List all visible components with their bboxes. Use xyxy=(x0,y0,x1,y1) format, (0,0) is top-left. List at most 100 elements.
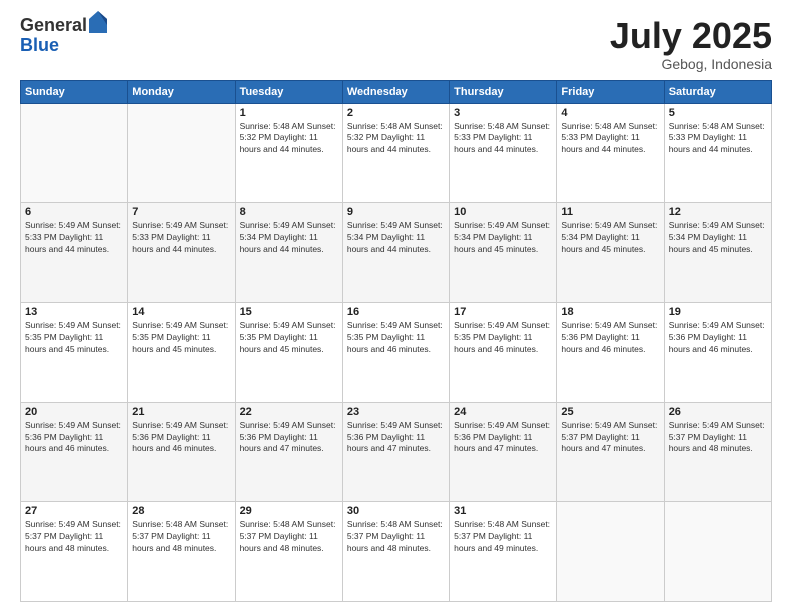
day-info: Sunrise: 5:49 AM Sunset: 5:33 PM Dayligh… xyxy=(132,220,230,256)
day-number: 8 xyxy=(240,206,338,218)
calendar-table: SundayMondayTuesdayWednesdayThursdayFrid… xyxy=(20,80,772,602)
day-number: 17 xyxy=(454,306,552,318)
day-info: Sunrise: 5:49 AM Sunset: 5:37 PM Dayligh… xyxy=(561,420,659,456)
day-info: Sunrise: 5:49 AM Sunset: 5:37 PM Dayligh… xyxy=(669,420,767,456)
day-info: Sunrise: 5:48 AM Sunset: 5:37 PM Dayligh… xyxy=(347,519,445,555)
day-number: 6 xyxy=(25,206,123,218)
calendar-day-cell: 27 Sunrise: 5:49 AM Sunset: 5:37 PM Dayli… xyxy=(21,502,128,602)
calendar-day-cell: 11 Sunrise: 5:49 AM Sunset: 5:34 PM Dayli… xyxy=(557,203,664,303)
day-info: Sunrise: 5:48 AM Sunset: 5:32 PM Dayligh… xyxy=(347,121,445,157)
day-number: 19 xyxy=(669,306,767,318)
weekday-header-cell: Monday xyxy=(128,80,235,103)
logo: General Blue xyxy=(20,16,107,56)
calendar-day-cell xyxy=(557,502,664,602)
day-number: 20 xyxy=(25,406,123,418)
page: General Blue July 2025 Gebog, Indonesia … xyxy=(0,0,792,612)
day-number: 28 xyxy=(132,505,230,517)
day-number: 29 xyxy=(240,505,338,517)
calendar-day-cell: 22Sunrise: 5:49 AM Sunset: 5:36 PM Dayli… xyxy=(235,402,342,502)
weekday-header-cell: Friday xyxy=(557,80,664,103)
calendar-day-cell: 16 Sunrise: 5:49 AM Sunset: 5:35 PM Dayli… xyxy=(342,302,449,402)
day-number: 2 xyxy=(347,107,445,119)
day-info: Sunrise: 5:48 AM Sunset: 5:37 PM Dayligh… xyxy=(240,519,338,555)
weekday-header-cell: Thursday xyxy=(450,80,557,103)
calendar-day-cell: 28 Sunrise: 5:48 AM Sunset: 5:37 PM Dayli… xyxy=(128,502,235,602)
logo-general-text: General xyxy=(20,16,87,36)
day-number: 13 xyxy=(25,306,123,318)
day-info: Sunrise: 5:49 AM Sunset: 5:35 PM Dayligh… xyxy=(240,320,338,356)
day-info: Sunrise: 5:49 AM Sunset: 5:34 PM Dayligh… xyxy=(561,220,659,256)
calendar-day-cell: 23 Sunrise: 5:49 AM Sunset: 5:36 PM Dayli… xyxy=(342,402,449,502)
calendar-day-cell: 1 Sunrise: 5:48 AM Sunset: 5:32 PM Daylig… xyxy=(235,103,342,203)
day-info: Sunrise: 5:49 AM Sunset: 5:33 PM Dayligh… xyxy=(25,220,123,256)
day-number: 24 xyxy=(454,406,552,418)
calendar-day-cell: 21Sunrise: 5:49 AM Sunset: 5:36 PM Dayli… xyxy=(128,402,235,502)
day-number: 27 xyxy=(25,505,123,517)
weekday-header-cell: Saturday xyxy=(664,80,771,103)
calendar-day-cell: 25 Sunrise: 5:49 AM Sunset: 5:37 PM Dayli… xyxy=(557,402,664,502)
calendar-day-cell: 13 Sunrise: 5:49 AM Sunset: 5:35 PM Dayli… xyxy=(21,302,128,402)
day-info: Sunrise: 5:49 AM Sunset: 5:34 PM Dayligh… xyxy=(669,220,767,256)
calendar-day-cell: 24 Sunrise: 5:49 AM Sunset: 5:36 PM Dayli… xyxy=(450,402,557,502)
calendar-day-cell: 30 Sunrise: 5:48 AM Sunset: 5:37 PM Dayli… xyxy=(342,502,449,602)
weekday-header-cell: Wednesday xyxy=(342,80,449,103)
day-info: Sunrise: 5:48 AM Sunset: 5:37 PM Dayligh… xyxy=(454,519,552,555)
day-info: Sunrise: 5:48 AM Sunset: 5:33 PM Dayligh… xyxy=(454,121,552,157)
day-info: Sunrise: 5:49 AM Sunset: 5:34 PM Dayligh… xyxy=(240,220,338,256)
calendar-day-cell: 3 Sunrise: 5:48 AM Sunset: 5:33 PM Daylig… xyxy=(450,103,557,203)
calendar-day-cell: 12 Sunrise: 5:49 AM Sunset: 5:34 PM Dayli… xyxy=(664,203,771,303)
day-number: 9 xyxy=(347,206,445,218)
calendar-day-cell: 15Sunrise: 5:49 AM Sunset: 5:35 PM Dayli… xyxy=(235,302,342,402)
day-info: Sunrise: 5:49 AM Sunset: 5:36 PM Dayligh… xyxy=(561,320,659,356)
day-info: Sunrise: 5:49 AM Sunset: 5:36 PM Dayligh… xyxy=(347,420,445,456)
title-block: July 2025 Gebog, Indonesia xyxy=(610,16,772,72)
calendar-day-cell xyxy=(21,103,128,203)
day-info: Sunrise: 5:49 AM Sunset: 5:37 PM Dayligh… xyxy=(25,519,123,555)
day-info: Sunrise: 5:49 AM Sunset: 5:35 PM Dayligh… xyxy=(454,320,552,356)
calendar-day-cell: 4Sunrise: 5:48 AM Sunset: 5:33 PM Daylig… xyxy=(557,103,664,203)
day-number: 26 xyxy=(669,406,767,418)
calendar-day-cell: 6 Sunrise: 5:49 AM Sunset: 5:33 PM Daylig… xyxy=(21,203,128,303)
day-number: 10 xyxy=(454,206,552,218)
day-number: 4 xyxy=(561,107,659,119)
location: Gebog, Indonesia xyxy=(610,56,772,72)
day-info: Sunrise: 5:49 AM Sunset: 5:36 PM Dayligh… xyxy=(669,320,767,356)
weekday-header-cell: Tuesday xyxy=(235,80,342,103)
weekday-header-row: SundayMondayTuesdayWednesdayThursdayFrid… xyxy=(21,80,772,103)
calendar-day-cell: 5 Sunrise: 5:48 AM Sunset: 5:33 PM Daylig… xyxy=(664,103,771,203)
day-info: Sunrise: 5:49 AM Sunset: 5:35 PM Dayligh… xyxy=(25,320,123,356)
day-number: 30 xyxy=(347,505,445,517)
calendar-day-cell: 18Sunrise: 5:49 AM Sunset: 5:36 PM Dayli… xyxy=(557,302,664,402)
day-number: 31 xyxy=(454,505,552,517)
calendar-day-cell: 10Sunrise: 5:49 AM Sunset: 5:34 PM Dayli… xyxy=(450,203,557,303)
day-number: 1 xyxy=(240,107,338,119)
calendar-day-cell: 7 Sunrise: 5:49 AM Sunset: 5:33 PM Daylig… xyxy=(128,203,235,303)
day-info: Sunrise: 5:49 AM Sunset: 5:36 PM Dayligh… xyxy=(454,420,552,456)
logo-blue-text: Blue xyxy=(20,36,107,56)
calendar-day-cell: 31 Sunrise: 5:48 AM Sunset: 5:37 PM Dayli… xyxy=(450,502,557,602)
day-info: Sunrise: 5:49 AM Sunset: 5:36 PM Dayligh… xyxy=(132,420,230,456)
day-number: 23 xyxy=(347,406,445,418)
day-info: Sunrise: 5:49 AM Sunset: 5:36 PM Dayligh… xyxy=(25,420,123,456)
calendar-week-row: 1 Sunrise: 5:48 AM Sunset: 5:32 PM Daylig… xyxy=(21,103,772,203)
calendar-day-cell: 26 Sunrise: 5:49 AM Sunset: 5:37 PM Dayli… xyxy=(664,402,771,502)
calendar-week-row: 27 Sunrise: 5:49 AM Sunset: 5:37 PM Dayli… xyxy=(21,502,772,602)
day-number: 11 xyxy=(561,206,659,218)
calendar-day-cell: 20 Sunrise: 5:49 AM Sunset: 5:36 PM Dayli… xyxy=(21,402,128,502)
day-info: Sunrise: 5:49 AM Sunset: 5:35 PM Dayligh… xyxy=(132,320,230,356)
day-number: 22 xyxy=(240,406,338,418)
day-number: 12 xyxy=(669,206,767,218)
day-number: 16 xyxy=(347,306,445,318)
calendar-day-cell xyxy=(664,502,771,602)
day-number: 7 xyxy=(132,206,230,218)
calendar-week-row: 20 Sunrise: 5:49 AM Sunset: 5:36 PM Dayli… xyxy=(21,402,772,502)
day-info: Sunrise: 5:48 AM Sunset: 5:33 PM Dayligh… xyxy=(669,121,767,157)
day-info: Sunrise: 5:48 AM Sunset: 5:37 PM Dayligh… xyxy=(132,519,230,555)
day-info: Sunrise: 5:48 AM Sunset: 5:32 PM Dayligh… xyxy=(240,121,338,157)
day-info: Sunrise: 5:49 AM Sunset: 5:35 PM Dayligh… xyxy=(347,320,445,356)
day-number: 5 xyxy=(669,107,767,119)
day-number: 25 xyxy=(561,406,659,418)
day-number: 14 xyxy=(132,306,230,318)
month-title: July 2025 xyxy=(610,16,772,56)
day-number: 3 xyxy=(454,107,552,119)
